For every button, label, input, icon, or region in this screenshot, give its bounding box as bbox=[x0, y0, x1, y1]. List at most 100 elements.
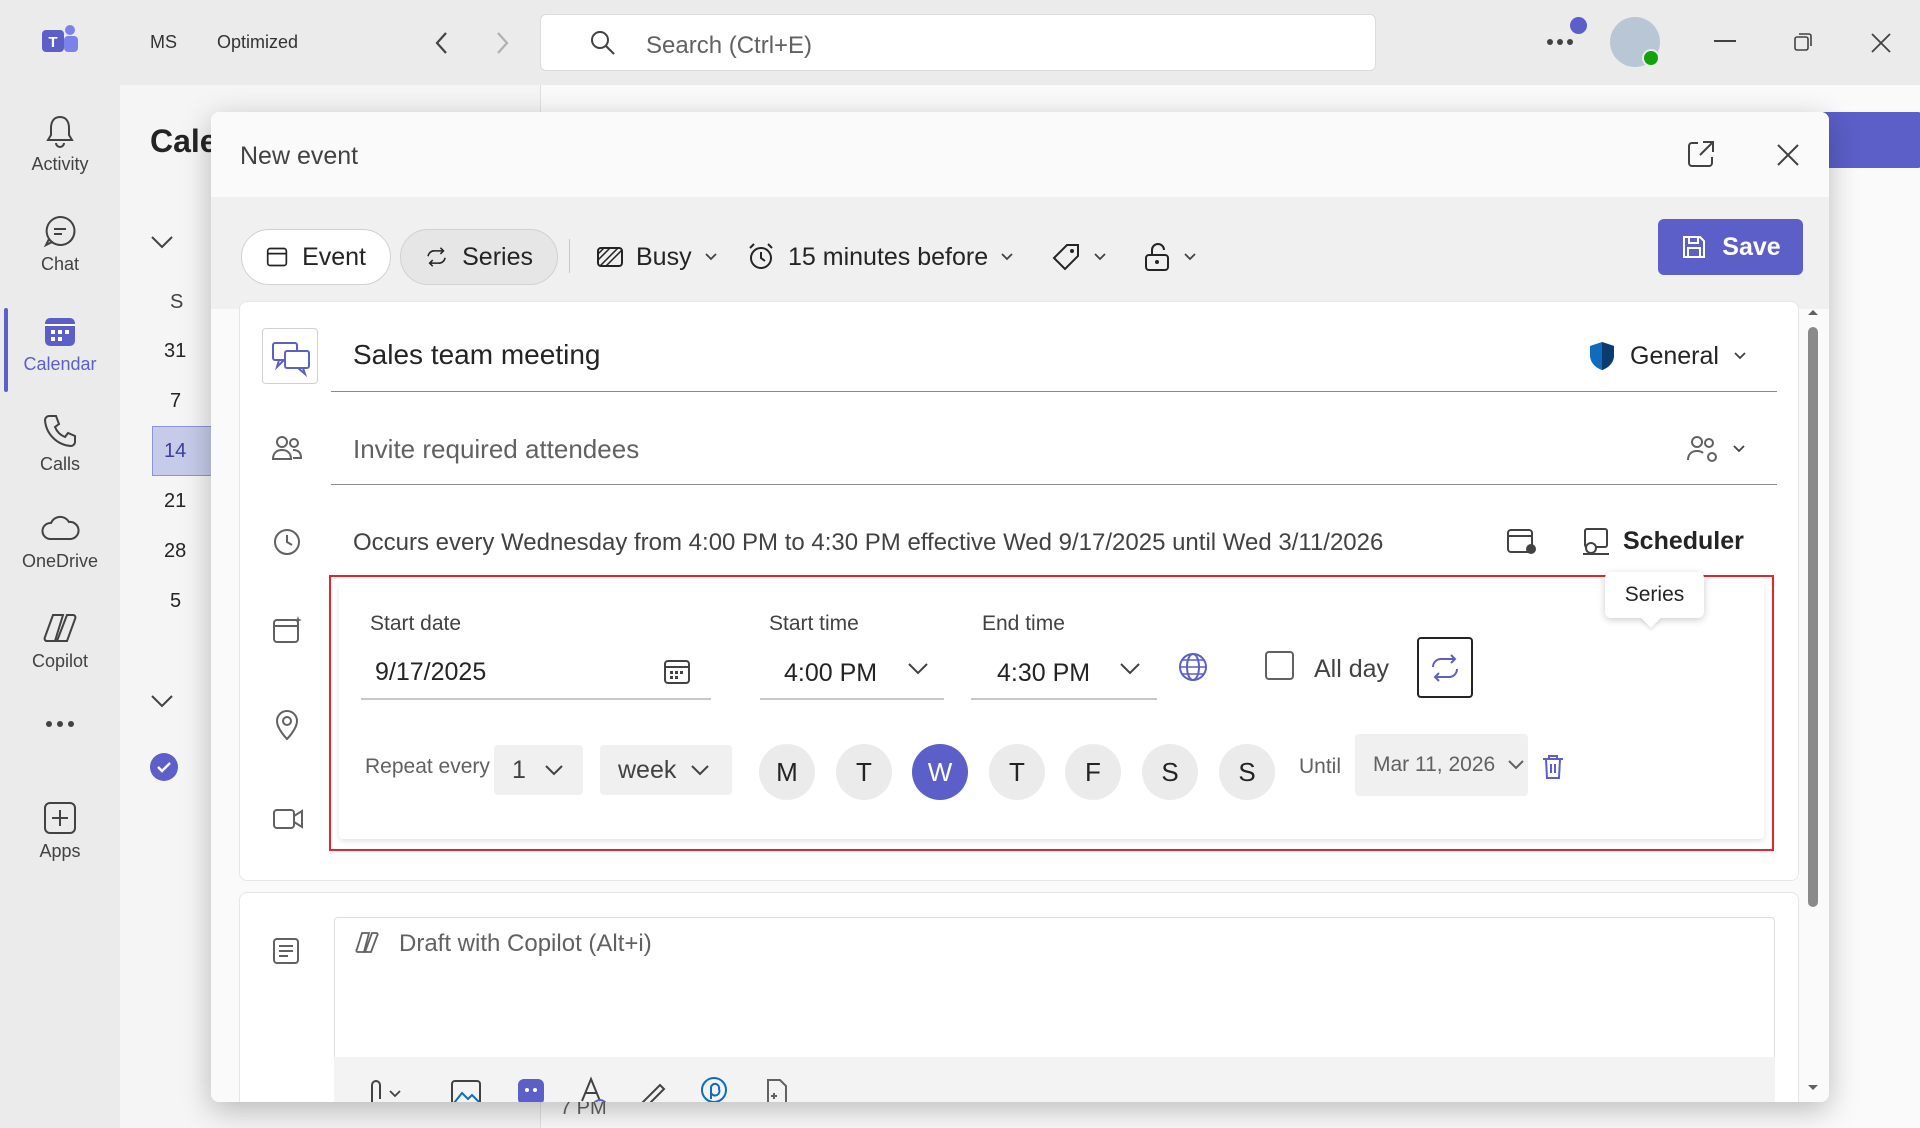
rail-item-more[interactable] bbox=[0, 707, 120, 757]
day-toggle-monday[interactable]: M bbox=[759, 744, 815, 800]
repeat-unit-value: week bbox=[618, 755, 677, 784]
reminder-dropdown[interactable]: 15 minutes before bbox=[746, 231, 1014, 283]
delete-icon[interactable] bbox=[1541, 753, 1565, 781]
close-dialog-icon[interactable] bbox=[1775, 142, 1801, 168]
event-type-button[interactable]: Event bbox=[241, 229, 391, 285]
all-day-checkbox[interactable] bbox=[1265, 651, 1294, 680]
category-dropdown[interactable] bbox=[1051, 231, 1107, 283]
mini-date[interactable]: 28 bbox=[164, 540, 186, 563]
day-toggle-friday[interactable]: F bbox=[1065, 744, 1121, 800]
image-icon[interactable] bbox=[450, 1079, 482, 1102]
attendees-input[interactable]: Invite required attendees bbox=[353, 434, 639, 465]
date-picker-icon[interactable] bbox=[663, 659, 691, 685]
mini-date[interactable]: 7 bbox=[170, 390, 181, 413]
close-window-icon[interactable] bbox=[1870, 32, 1892, 54]
scheduler-button[interactable]: Scheduler bbox=[1581, 526, 1744, 556]
rail-label: OneDrive bbox=[21, 551, 99, 571]
day-toggle-thursday[interactable]: T bbox=[989, 744, 1045, 800]
chevron-down-icon[interactable] bbox=[150, 235, 174, 249]
attach-icon[interactable] bbox=[362, 1077, 406, 1102]
search-input[interactable]: Search (Ctrl+E) bbox=[540, 14, 1376, 71]
mode-label[interactable]: Optimized bbox=[217, 28, 298, 56]
draw-icon[interactable] bbox=[638, 1077, 670, 1102]
chevron-down-icon[interactable] bbox=[1119, 662, 1141, 676]
mini-date[interactable]: 21 bbox=[164, 490, 186, 513]
occurrence-summary[interactable]: Occurs every Wednesday from 4:00 PM to 4… bbox=[353, 529, 1383, 557]
text-format-icon[interactable] bbox=[578, 1075, 608, 1102]
rail-label: Calendar bbox=[23, 354, 97, 374]
mini-date[interactable]: 31 bbox=[164, 340, 186, 363]
event-title-input[interactable]: Sales team meeting bbox=[353, 339, 600, 371]
scroll-down-icon[interactable] bbox=[1806, 1083, 1820, 1093]
save-label: Save bbox=[1722, 232, 1781, 261]
chevron-down-icon bbox=[1184, 253, 1196, 261]
mention-icon[interactable] bbox=[699, 1075, 729, 1102]
mini-date[interactable]: 14 bbox=[164, 440, 186, 463]
rail-item-calendar[interactable]: Calendar bbox=[0, 300, 120, 400]
start-date-input[interactable]: 9/17/2025 bbox=[375, 658, 486, 687]
rail-item-onedrive[interactable]: OneDrive bbox=[0, 497, 120, 597]
globe-icon[interactable] bbox=[1177, 651, 1209, 683]
privacy-dropdown[interactable] bbox=[1143, 231, 1197, 283]
rail-item-apps[interactable]: Apps bbox=[0, 787, 120, 887]
chevron-down-icon bbox=[1508, 760, 1524, 770]
day-toggle-saturday[interactable]: S bbox=[1142, 744, 1198, 800]
repeat-interval-dropdown[interactable]: 1 bbox=[494, 745, 583, 795]
presence-available-icon bbox=[1642, 49, 1660, 67]
rail-item-chat[interactable]: Chat bbox=[0, 200, 120, 300]
repeat-every-label: Repeat every bbox=[365, 755, 490, 778]
show-as-dropdown[interactable]: Busy bbox=[596, 231, 718, 283]
copilot-draft-prompt[interactable]: Draft with Copilot (Alt+i) bbox=[399, 930, 652, 958]
until-label: Until bbox=[1299, 755, 1342, 778]
attendee-options-dropdown[interactable] bbox=[1686, 434, 1746, 464]
day-toggle-sunday[interactable]: S bbox=[1219, 744, 1275, 800]
scroll-up-icon[interactable] bbox=[1806, 307, 1820, 317]
series-type-button[interactable]: Series bbox=[400, 229, 558, 285]
forward-icon[interactable] bbox=[490, 30, 514, 56]
minimize-icon[interactable] bbox=[1714, 40, 1736, 44]
more-formatting-icon[interactable] bbox=[762, 1077, 792, 1102]
busy-label: Busy bbox=[636, 242, 692, 271]
back-icon[interactable] bbox=[430, 30, 454, 56]
chevron-down-icon[interactable] bbox=[150, 694, 174, 708]
rail-item-activity[interactable]: Activity bbox=[0, 100, 120, 200]
scrollbar[interactable] bbox=[1806, 307, 1820, 1097]
start-time-label: Start time bbox=[769, 612, 859, 635]
rail-item-calls[interactable]: Calls bbox=[0, 400, 120, 500]
day-toggle-wednesday[interactable]: W bbox=[912, 744, 968, 800]
more-options-icon[interactable] bbox=[1546, 38, 1574, 46]
end-time-input[interactable]: 4:30 PM bbox=[997, 659, 1090, 688]
pop-out-icon[interactable] bbox=[1686, 139, 1716, 169]
chevron-down-icon bbox=[1733, 445, 1745, 453]
chevron-down-icon[interactable] bbox=[907, 662, 929, 676]
rail-label: Copilot bbox=[31, 651, 89, 671]
dialog-header: New event bbox=[211, 112, 1829, 197]
restore-icon[interactable] bbox=[1793, 32, 1813, 52]
video-icon bbox=[272, 806, 304, 832]
series-repeat-button[interactable] bbox=[1417, 637, 1473, 698]
title-underline bbox=[331, 391, 1777, 392]
people-icon bbox=[271, 434, 303, 462]
scrollbar-thumb[interactable] bbox=[1808, 327, 1818, 907]
end-time-underline bbox=[971, 698, 1157, 700]
channel-label: General bbox=[1630, 341, 1719, 370]
checked-calendar-icon[interactable] bbox=[150, 753, 178, 781]
repeat-unit-dropdown[interactable]: week bbox=[600, 745, 732, 795]
account-label[interactable]: MS bbox=[150, 28, 177, 56]
notification-dot-icon bbox=[1570, 17, 1587, 34]
search-icon bbox=[589, 29, 617, 57]
until-date-dropdown[interactable]: Mar 11, 2026 bbox=[1355, 734, 1528, 796]
channel-meeting-icon bbox=[262, 328, 318, 384]
rail-item-copilot[interactable]: Copilot bbox=[0, 597, 120, 697]
channel-dropdown[interactable]: General bbox=[1588, 340, 1747, 372]
scheduler-icon bbox=[1583, 528, 1609, 555]
scheduler-label: Scheduler bbox=[1623, 526, 1744, 555]
app-rail: Activity Chat Calendar Calls OneDrive Co… bbox=[0, 85, 120, 1128]
end-time-label: End time bbox=[982, 612, 1065, 635]
mini-date[interactable]: 5 bbox=[170, 590, 181, 613]
start-time-input[interactable]: 4:00 PM bbox=[784, 659, 877, 688]
save-button[interactable]: Save bbox=[1658, 219, 1803, 275]
loop-icon[interactable] bbox=[516, 1077, 546, 1102]
calendar-availability-icon[interactable] bbox=[1506, 527, 1538, 557]
day-toggle-tuesday[interactable]: T bbox=[836, 744, 892, 800]
